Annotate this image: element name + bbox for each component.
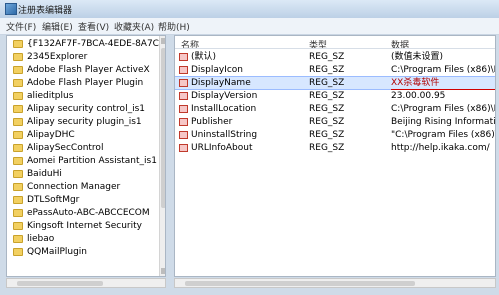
- folder-icon: [13, 144, 23, 152]
- menu-favorites[interactable]: 收藏夹(A): [114, 20, 154, 33]
- title-bar: 注册表编辑器: [0, 0, 499, 19]
- tree-item[interactable]: 2345Explorer: [7, 51, 157, 63]
- table-row[interactable]: URLInfoAbout REG_SZ http://help.ikaka.co…: [175, 142, 495, 154]
- tree-item[interactable]: Aomei Partition Assistant_is1: [7, 155, 157, 167]
- tree-item[interactable]: Adobe Flash Player Plugin: [7, 77, 157, 89]
- tree-item[interactable]: Alipay security control_is1: [7, 103, 157, 115]
- string-value-icon: [179, 53, 188, 61]
- menu-help[interactable]: 帮助(H): [158, 20, 190, 33]
- registry-values-pane: 名称 类型 数据 (默认) REG_SZ (数值未设置) DisplayIcon…: [174, 35, 496, 277]
- table-row[interactable]: (默认) REG_SZ (数值未设置): [175, 51, 495, 63]
- tree-item[interactable]: Adobe Flash Player ActiveX: [7, 64, 157, 76]
- folder-icon: [13, 183, 23, 191]
- folder-icon: [13, 53, 23, 61]
- string-value-icon: [179, 66, 188, 74]
- tree-vertical-scrollbar[interactable]: [159, 36, 165, 276]
- tree-item[interactable]: liebao: [7, 233, 157, 245]
- header-divider: [175, 48, 495, 49]
- folder-icon: [13, 222, 23, 230]
- column-data[interactable]: 数据: [391, 38, 409, 51]
- folder-icon: [13, 170, 23, 178]
- tree-item[interactable]: QQMailPlugin: [7, 246, 157, 258]
- table-row[interactable]: InstallLocation REG_SZ C:\Program Files …: [175, 103, 495, 115]
- menu-edit[interactable]: 编辑(E): [42, 20, 73, 33]
- table-row[interactable]: Publisher REG_SZ Beijing Rising Informat…: [175, 116, 495, 128]
- scroll-thumb[interactable]: [161, 48, 165, 208]
- menu-file[interactable]: 文件(F): [6, 20, 36, 33]
- folder-icon: [13, 40, 23, 48]
- string-value-icon: [179, 118, 188, 126]
- tree-item[interactable]: AlipayDHC: [7, 129, 157, 141]
- regedit-app-icon: [5, 3, 17, 15]
- tree-item[interactable]: Connection Manager: [7, 181, 157, 193]
- folder-icon: [13, 235, 23, 243]
- string-value-icon: [179, 105, 188, 113]
- scroll-up-button[interactable]: [161, 38, 165, 44]
- table-row-selected[interactable]: DisplayName REG_SZ XX杀毒软件: [175, 76, 495, 90]
- folder-icon: [13, 131, 23, 139]
- folder-icon: [13, 157, 23, 165]
- tree-horizontal-scrollbar[interactable]: [6, 278, 166, 288]
- folder-icon: [13, 92, 23, 100]
- tree-item[interactable]: BaiduHi: [7, 168, 157, 180]
- string-value-icon: [179, 79, 188, 87]
- window-title: 注册表编辑器: [18, 6, 73, 16]
- string-value-icon: [179, 92, 188, 100]
- tree-item[interactable]: Kingsoft Internet Security: [7, 220, 157, 232]
- column-type[interactable]: 类型: [309, 38, 327, 51]
- menu-view[interactable]: 查看(V): [78, 20, 109, 33]
- column-name[interactable]: 名称: [181, 38, 199, 51]
- scroll-down-button[interactable]: [161, 268, 165, 274]
- folder-icon: [13, 196, 23, 204]
- tree-item[interactable]: AlipaySecControl: [7, 142, 157, 154]
- folder-icon: [13, 248, 23, 256]
- folder-icon: [13, 105, 23, 113]
- menu-bar: 文件(F) 编辑(E) 查看(V) 收藏夹(A) 帮助(H): [0, 18, 499, 35]
- scroll-thumb[interactable]: [17, 281, 103, 286]
- folder-icon: [13, 118, 23, 126]
- folder-icon: [13, 209, 23, 217]
- tree-item[interactable]: aliedit​plus: [7, 90, 157, 102]
- tree-item[interactable]: Alipay security plugin_is1: [7, 116, 157, 128]
- tree-item[interactable]: {F132AF7F-7BCA-4EDE-8A7C-95: [7, 38, 165, 50]
- table-row[interactable]: UninstallString REG_SZ "C:\Program Files…: [175, 129, 495, 141]
- registry-tree-pane: {F132AF7F-7BCA-4EDE-8A7C-95 2345Explorer…: [6, 35, 166, 277]
- folder-icon: [13, 79, 23, 87]
- tree-item[interactable]: ePassAuto-ABC-ABCCECOM: [7, 207, 157, 219]
- table-row[interactable]: DisplayVersion REG_SZ 23.00.00.95: [175, 90, 495, 102]
- values-horizontal-scrollbar[interactable]: [174, 278, 496, 288]
- tree-item[interactable]: DTLSoftMgr: [7, 194, 157, 206]
- string-value-icon: [179, 144, 188, 152]
- string-value-icon: [179, 131, 188, 139]
- scroll-thumb[interactable]: [185, 281, 415, 286]
- table-row[interactable]: DisplayIcon REG_SZ C:\Program Files (x86…: [175, 64, 495, 76]
- folder-icon: [13, 66, 23, 74]
